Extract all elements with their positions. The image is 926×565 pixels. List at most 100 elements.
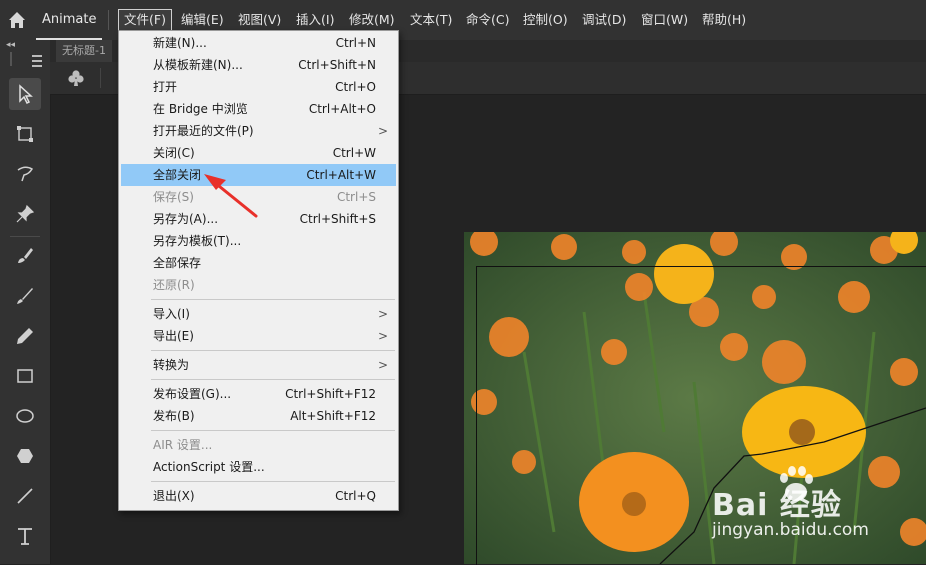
submenu-arrow-icon: > — [377, 124, 388, 138]
home-icon[interactable] — [6, 9, 28, 31]
collapse-panel-icon[interactable]: ◂◂ — [6, 40, 15, 50]
menu-item-label: 新建(N)... — [153, 36, 207, 50]
menu-commands[interactable]: 命令(C) — [461, 9, 514, 31]
menu-separator — [151, 430, 395, 431]
menu-insert[interactable]: 插入(I) — [291, 9, 339, 31]
menu-item-shortcut: Ctrl+Alt+O — [308, 102, 376, 116]
brush-tool[interactable] — [9, 280, 41, 312]
menu-item-label: AIR 设置... — [153, 438, 213, 452]
annotation-arrow-icon — [204, 174, 258, 218]
rectangle-icon — [17, 369, 33, 383]
menu-window[interactable]: 窗口(W) — [636, 9, 693, 31]
menu-separator — [151, 379, 395, 380]
menu-item-exit[interactable]: 退出(X) Ctrl+Q — [121, 485, 396, 507]
menu-item-browse-in-bridge[interactable]: 在 Bridge 中浏览 Ctrl+Alt+O — [121, 98, 396, 120]
menu-item-label: 退出(X) — [153, 489, 195, 503]
menu-text[interactable]: 文本(T) — [405, 9, 457, 31]
menu-item-label: 全部保存 — [153, 256, 202, 270]
selection-arrow-icon — [19, 84, 33, 104]
watermark-url: jingyan.baidu.com — [712, 520, 869, 540]
menu-edit[interactable]: 编辑(E) — [176, 9, 229, 31]
menu-item-publish-settings[interactable]: 发布设置(G)... Ctrl+Shift+F12 — [121, 383, 396, 405]
pencil-tool[interactable] — [9, 320, 41, 352]
line-tool[interactable] — [9, 480, 41, 512]
menu-item-shortcut: Ctrl+N — [335, 36, 376, 50]
menu-item-actionscript-settings[interactable]: ActionScript 设置... — [121, 456, 396, 478]
menu-item-label: 在 Bridge 中浏览 — [153, 102, 248, 116]
menu-modify[interactable]: 修改(M) — [344, 9, 400, 31]
menu-item-label: 全部关闭 — [153, 168, 202, 182]
baidu-paw-icon — [780, 466, 813, 501]
paint-brush-icon — [18, 248, 33, 263]
menu-item-label: 另存为模板(T)... — [153, 234, 242, 248]
menu-item-new-from-template[interactable]: 从模板新建(N)... Ctrl+Shift+N — [121, 54, 396, 76]
polygon-icon — [17, 449, 33, 463]
menu-view[interactable]: 视图(V) — [233, 9, 286, 31]
menu-item-import[interactable]: 导入(I) > — [121, 303, 396, 325]
pencil-icon — [17, 328, 33, 344]
menubar-divider — [108, 10, 109, 30]
menu-item-shortcut: Ctrl+W — [332, 146, 376, 160]
menu-item-air-settings[interactable]: AIR 设置... — [121, 434, 396, 456]
lasso-tool[interactable] — [9, 158, 41, 190]
menu-item-shortcut: Ctrl+Shift+F12 — [285, 387, 376, 401]
menu-item-open-recent[interactable]: 打开最近的文件(P) > — [121, 120, 396, 142]
menu-item-save-all[interactable]: 全部保存 — [121, 252, 396, 274]
menu-item-label: 打开最近的文件(P) — [153, 124, 254, 138]
pin-icon — [16, 204, 35, 223]
menu-item-label: 打开 — [153, 80, 178, 94]
menu-item-label: 从模板新建(N)... — [153, 58, 243, 72]
toolbar-divider — [10, 236, 40, 237]
rectangle-tool[interactable] — [9, 360, 41, 392]
submenu-arrow-icon: > — [377, 358, 388, 372]
panel-menu-icon[interactable] — [32, 55, 42, 67]
edit-bar-divider — [100, 68, 101, 88]
tools-panel: ◂◂ — [0, 40, 51, 564]
menu-item-shortcut: Ctrl+Alt+W — [306, 168, 376, 182]
oval-tool[interactable] — [9, 400, 41, 432]
pin-tool[interactable] — [9, 198, 41, 230]
document-tab[interactable]: 无标题-1 — [56, 40, 112, 62]
scene-club-icon[interactable] — [66, 68, 86, 88]
polystar-tool[interactable] — [9, 440, 41, 472]
menu-item-label: 转换为 — [153, 358, 190, 372]
app-name: Animate — [36, 0, 103, 40]
menu-debug[interactable]: 调试(D) — [577, 9, 631, 31]
free-transform-tool[interactable] — [9, 118, 41, 150]
menu-item-shortcut: Ctrl+Q — [335, 489, 376, 503]
menu-item-label: 导出(E) — [153, 329, 194, 343]
lasso-icon — [17, 166, 34, 182]
menu-item-label: 导入(I) — [153, 307, 190, 321]
menu-item-shortcut: Alt+Shift+F12 — [290, 409, 376, 423]
menu-item-open[interactable]: 打开 Ctrl+O — [121, 76, 396, 98]
menu-item-export[interactable]: 导出(E) > — [121, 325, 396, 347]
free-transform-icon — [17, 126, 33, 142]
line-icon — [17, 488, 33, 504]
submenu-arrow-icon: > — [377, 329, 388, 343]
menu-item-new[interactable]: 新建(N)... Ctrl+N — [121, 32, 396, 54]
oval-icon — [16, 409, 34, 423]
menu-control[interactable]: 控制(O) — [518, 9, 573, 31]
menu-item-save-as-template[interactable]: 另存为模板(T)... — [121, 230, 396, 252]
text-t-icon — [18, 528, 32, 545]
paint-brush-tool[interactable] — [9, 240, 41, 272]
menu-item-shortcut: Ctrl+Shift+N — [298, 58, 376, 72]
menu-separator — [151, 350, 395, 351]
menu-item-label: 关闭(C) — [153, 146, 195, 160]
text-tool[interactable] — [9, 520, 41, 552]
menu-item-publish[interactable]: 发布(B) Alt+Shift+F12 — [121, 405, 396, 427]
menu-item-label: 还原(R) — [153, 278, 195, 292]
menu-help[interactable]: 帮助(H) — [697, 9, 751, 31]
file-menu-dropdown: 新建(N)... Ctrl+N 从模板新建(N)... Ctrl+Shift+N… — [118, 30, 399, 511]
menu-item-label: 保存(S) — [153, 190, 194, 204]
selection-tool[interactable] — [9, 78, 41, 110]
menu-item-revert[interactable]: 还原(R) — [121, 274, 396, 296]
menu-item-label: ActionScript 设置... — [153, 460, 265, 474]
menu-item-shortcut: Ctrl+S — [336, 190, 376, 204]
menu-item-label: 发布(B) — [153, 409, 195, 423]
menu-item-convert-to[interactable]: 转换为 > — [121, 354, 396, 376]
menu-separator — [151, 481, 395, 482]
menu-item-shortcut: Ctrl+Shift+S — [299, 212, 376, 226]
brush-icon — [17, 288, 33, 304]
submenu-arrow-icon: > — [377, 307, 388, 321]
